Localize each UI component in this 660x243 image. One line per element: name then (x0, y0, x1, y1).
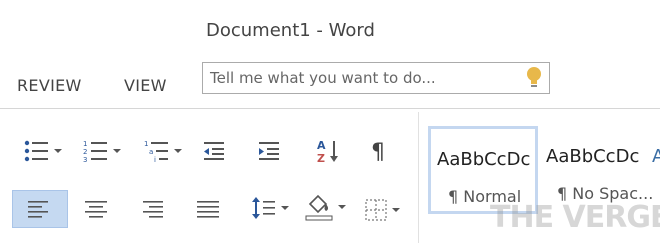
sort-button[interactable]: A Z (316, 137, 340, 165)
justify-icon (197, 201, 219, 218)
align-right-button[interactable] (141, 196, 163, 224)
show-formatting-button[interactable]: ¶ (370, 137, 390, 165)
svg-text:2: 2 (83, 148, 87, 156)
line-spacing-button[interactable] (251, 194, 289, 222)
show-formatting-icon: ¶ (371, 140, 385, 164)
style-sample: AaBbCcDc (437, 149, 531, 170)
numbering-button[interactable]: 1 2 3 (83, 137, 121, 165)
increase-indent-icon (259, 142, 279, 160)
group-separator (418, 112, 419, 243)
svg-text:i: i (154, 156, 156, 163)
bullets-icon (24, 140, 48, 162)
multilevel-list-icon: 1 a i (144, 140, 168, 163)
line-spacing-icon (252, 197, 275, 219)
shading-icon (305, 194, 333, 221)
align-right-icon (143, 201, 163, 218)
chevron-down-icon (392, 208, 400, 212)
increase-indent-button[interactable] (257, 137, 281, 165)
chevron-down-icon (113, 149, 121, 153)
svg-text:3: 3 (83, 156, 87, 163)
style-sample: AaBbCcDc (546, 146, 640, 167)
tell-me-search-box[interactable]: Tell me what you want to do... (202, 62, 550, 94)
svg-text:1: 1 (83, 140, 87, 148)
svg-text:A: A (317, 139, 326, 152)
borders-icon (365, 199, 387, 221)
decrease-indent-icon (204, 142, 224, 160)
align-left-icon (28, 201, 48, 218)
svg-text:1: 1 (144, 140, 148, 148)
svg-text:a: a (149, 148, 153, 156)
ribbon-divider (0, 108, 660, 109)
chevron-down-icon (54, 149, 62, 153)
decrease-indent-button[interactable] (202, 137, 226, 165)
watermark: THE VERGE (490, 200, 660, 235)
justify-button[interactable] (197, 196, 219, 224)
chevron-down-icon (281, 206, 289, 210)
multilevel-list-button[interactable]: 1 a i (144, 137, 182, 165)
align-left-button[interactable] (28, 196, 50, 224)
tab-view[interactable]: VIEW (124, 76, 167, 95)
numbering-icon: 1 2 3 (83, 140, 107, 163)
lightbulb-icon (527, 67, 541, 87)
svg-text:Z: Z (317, 152, 325, 164)
sort-icon: A Z (317, 139, 338, 164)
shading-button[interactable] (304, 193, 346, 221)
style-next-partial[interactable]: A (652, 146, 660, 167)
align-center-icon (85, 201, 107, 218)
window-title: Document1 - Word (206, 20, 375, 41)
chevron-down-icon (174, 149, 182, 153)
borders-button[interactable] (364, 196, 400, 224)
tell-me-placeholder: Tell me what you want to do... (210, 69, 436, 87)
chevron-down-icon (338, 205, 346, 209)
tab-review[interactable]: REVIEW (17, 76, 82, 95)
align-center-button[interactable] (85, 196, 107, 224)
svg-text:¶: ¶ (371, 140, 385, 164)
bullets-button[interactable] (24, 137, 62, 165)
